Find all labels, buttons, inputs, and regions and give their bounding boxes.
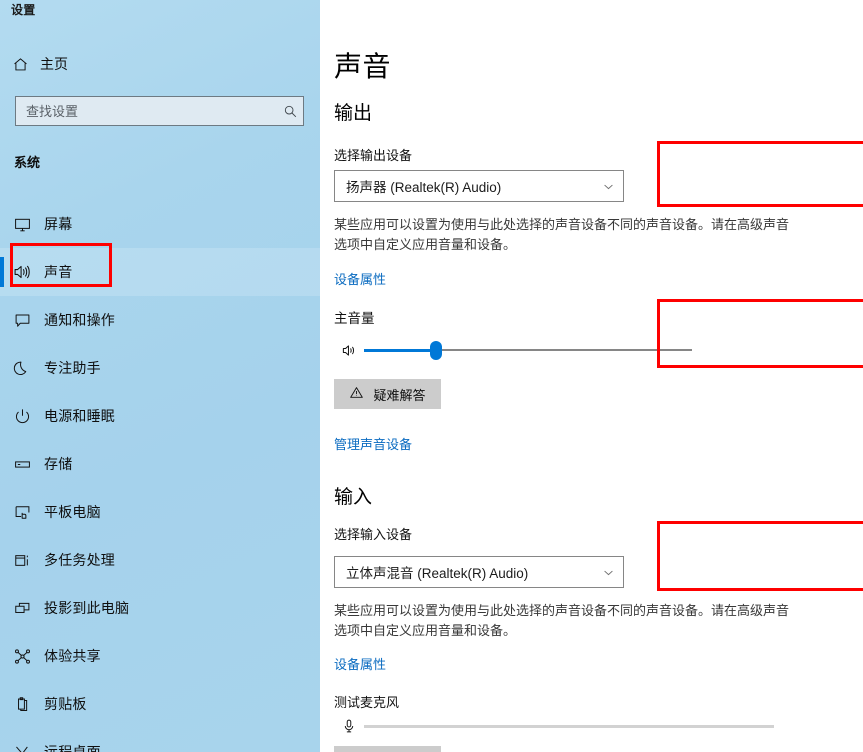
power-icon (0, 407, 44, 426)
navigation-sidebar: 设置 主页 系统 (0, 0, 320, 752)
sidebar-nav-list: 屏幕 声音 通知和操作 专注助手 电源和睡眠 存储 平板电脑 多任务处理 投影到… (0, 200, 320, 752)
sidebar-item-notifications-label: 通知和操作 (44, 312, 115, 328)
sidebar-item-storage[interactable]: 存储 (0, 440, 320, 488)
sidebar-item-power-sleep-label: 电源和睡眠 (44, 408, 115, 424)
output-device-properties-link[interactable]: 设备属性 (334, 269, 386, 288)
tablet-touch-icon (0, 503, 44, 522)
manage-sound-devices-link[interactable]: 管理声音设备 (334, 434, 412, 453)
annotation-box-input-device (657, 521, 863, 591)
mic-test-label: 测试麦克风 (334, 695, 400, 710)
sidebar-item-storage-label: 存储 (44, 456, 73, 472)
notification-icon (0, 311, 44, 330)
display-monitor-icon (0, 215, 44, 234)
output-device-select[interactable]: 扬声器 (Realtek(R) Audio) (334, 170, 624, 202)
troubleshoot-button-label: 疑难解答 (373, 387, 426, 403)
storage-drive-icon (0, 455, 44, 474)
master-volume-slider[interactable] (364, 338, 692, 362)
projecting-icon (0, 599, 44, 618)
warning-triangle-icon (349, 385, 364, 403)
sidebar-item-display[interactable]: 屏幕 (0, 200, 320, 248)
sidebar-item-notifications[interactable]: 通知和操作 (0, 296, 320, 344)
sidebar-item-sound-label: 声音 (44, 264, 73, 280)
settings-window: 设置 主页 系统 (0, 0, 863, 752)
sidebar-item-display-label: 屏幕 (44, 216, 73, 232)
sidebar-section-header: 系统 (14, 155, 41, 170)
master-volume-row (334, 336, 714, 364)
sound-settings-pane: 声音 输出 选择输出设备 扬声器 (Realtek(R) Audio) 某些应用… (320, 0, 863, 752)
volume-slider-thumb[interactable] (430, 341, 443, 360)
input-description: 某些应用可以设置为使用与此处选择的声音设备不同的声音设备。请在高级声音选项中自定… (334, 603, 790, 638)
sidebar-item-clipboard-label: 剪贴板 (44, 696, 87, 712)
search-box[interactable] (15, 96, 304, 126)
output-section-title: 输出 (334, 103, 373, 124)
sidebar-item-focus-assist[interactable]: 专注助手 (0, 344, 320, 392)
chevron-down-icon (593, 566, 623, 579)
sidebar-item-tablet[interactable]: 平板电脑 (0, 488, 320, 536)
home-icon (0, 56, 40, 73)
search-input[interactable] (16, 98, 277, 124)
sidebar-item-projecting-label: 投影到此电脑 (44, 600, 130, 616)
sidebar-item-tablet-label: 平板电脑 (44, 504, 101, 520)
sidebar-item-multitasking[interactable]: 多任务处理 (0, 536, 320, 584)
chevron-down-icon (593, 180, 623, 193)
sidebar-item-sound[interactable]: 声音 (0, 248, 320, 296)
sidebar-item-shared-experiences[interactable]: 体验共享 (0, 632, 320, 680)
sidebar-item-shared-experiences-label: 体验共享 (44, 648, 101, 664)
master-volume-label: 主音量 (334, 311, 375, 326)
sidebar-item-home[interactable]: 主页 (0, 49, 320, 79)
speaker-sound-icon (0, 262, 44, 282)
search-icon[interactable] (277, 104, 303, 119)
microphone-icon (334, 718, 364, 734)
moon-focus-icon (0, 359, 44, 378)
annotation-box-output-device (657, 141, 863, 207)
troubleshoot-button[interactable]: 疑难解答 (334, 379, 441, 409)
input-device-label: 选择输入设备 (334, 527, 413, 542)
sidebar-item-focus-assist-label: 专注助手 (44, 360, 101, 376)
mic-test-row (334, 714, 804, 738)
shared-experience-icon (0, 647, 44, 666)
output-device-selected-value: 扬声器 (Realtek(R) Audio) (346, 180, 502, 195)
input-device-selected-value: 立体声混音 (Realtek(R) Audio) (346, 566, 529, 581)
sidebar-item-remote-desktop[interactable]: 远程桌面 (0, 728, 320, 752)
input-section-title: 输入 (334, 487, 373, 508)
sidebar-item-multitasking-label: 多任务处理 (44, 552, 115, 568)
input-device-properties-link[interactable]: 设备属性 (334, 654, 386, 673)
input-device-select[interactable]: 立体声混音 (Realtek(R) Audio) (334, 556, 624, 588)
output-description: 某些应用可以设置为使用与此处选择的声音设备不同的声音设备。请在高级声音选项中自定… (334, 217, 790, 252)
sidebar-item-power-sleep[interactable]: 电源和睡眠 (0, 392, 320, 440)
mic-level-meter (364, 724, 774, 728)
sidebar-item-clipboard[interactable]: 剪贴板 (0, 680, 320, 728)
sidebar-item-home-label: 主页 (40, 56, 68, 72)
app-title: 设置 (11, 3, 36, 17)
volume-slider-fill (364, 348, 437, 352)
clipboard-icon (0, 695, 44, 714)
output-device-label: 选择输出设备 (334, 148, 413, 163)
page-title: 声音 (334, 51, 392, 82)
remote-desktop-icon (0, 743, 44, 752)
sidebar-item-remote-desktop-label: 远程桌面 (44, 744, 101, 752)
multitasking-icon (0, 551, 44, 570)
bottom-partial-button[interactable] (334, 746, 441, 752)
sidebar-item-projecting[interactable]: 投影到此电脑 (0, 584, 320, 632)
speaker-volume-icon[interactable] (334, 342, 364, 359)
